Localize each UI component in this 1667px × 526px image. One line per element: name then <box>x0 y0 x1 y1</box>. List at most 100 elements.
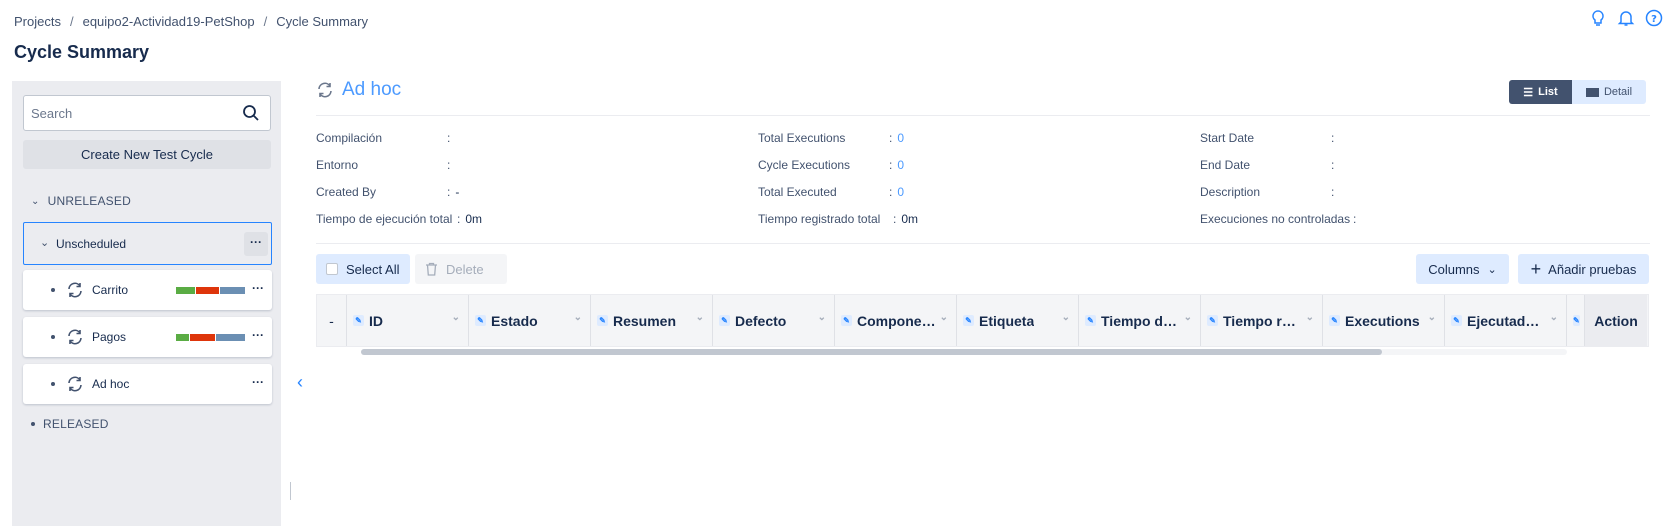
cycle-item-carrito[interactable]: Carrito ··· <box>23 270 272 310</box>
meta-separator: : <box>447 158 451 172</box>
meta-label: Tiempo registrado total <box>758 212 881 226</box>
columns-button[interactable]: Columns ⌄ <box>1416 254 1509 284</box>
more-options-button[interactable]: ··· <box>252 328 264 342</box>
progress-segment <box>216 334 245 341</box>
pin-icon[interactable]: ✎ <box>841 315 852 326</box>
divider <box>316 243 1650 244</box>
meta-value-text: 0 <box>897 131 905 145</box>
breadcrumb-current: Cycle Summary <box>276 14 368 29</box>
breadcrumb-projects[interactable]: Projects <box>14 14 61 29</box>
grid-column-header[interactable]: ✎ Tiempo registrado⌄ <box>1201 295 1323 346</box>
pin-icon[interactable]: ✎ <box>1207 315 1218 326</box>
unreleased-group[interactable]: ⌄ UNRELEASED <box>31 194 131 208</box>
chevron-down-icon[interactable]: ⌄ <box>940 312 948 323</box>
search-box[interactable] <box>23 95 271 131</box>
pin-icon[interactable]: ✎ <box>719 315 730 326</box>
select-all-button[interactable]: Select All <box>316 254 410 284</box>
bell-icon[interactable] <box>1617 9 1635 27</box>
pin-icon[interactable]: ✎ <box>475 315 486 326</box>
meta-separator: : <box>893 212 897 226</box>
search-input[interactable] <box>31 96 231 130</box>
collapse-sidebar-icon[interactable]: ‹ <box>297 372 303 393</box>
chevron-down-icon[interactable]: ⌄ <box>452 312 460 323</box>
divider <box>316 115 1650 116</box>
chevron-down-icon[interactable]: ⌄ <box>1428 312 1436 323</box>
pin-icon[interactable]: ✎ <box>353 315 364 326</box>
meta-label: End Date <box>1200 158 1251 172</box>
page-title: Cycle Summary <box>14 42 150 62</box>
cycle-item-ad-hoc[interactable]: Ad hoc ··· <box>23 364 272 404</box>
pin-icon[interactable]: ✎ <box>963 315 974 326</box>
breadcrumb-project[interactable]: equipo2-Actividad19-PetShop <box>83 14 255 29</box>
cycle-title: Ad hoc <box>316 79 401 101</box>
grid-column-header[interactable]: ✎ Tiempo de ejecución⌄ <box>1079 295 1201 346</box>
meta-value: : <box>447 131 455 145</box>
bullet-icon <box>31 422 35 426</box>
unreleased-label: UNRELEASED <box>47 194 131 208</box>
grid-column-header[interactable]: ✎ ID ⌄ <box>347 295 469 346</box>
select-all-checkbox[interactable] <box>326 263 338 275</box>
meta-value: :0 <box>889 158 904 172</box>
grid-column-header[interactable]: ✎ Defecto ⌄ <box>713 295 835 346</box>
lightbulb-icon[interactable] <box>1589 9 1607 27</box>
grid-column-header[interactable]: ✎ Resumen ⌄ <box>591 295 713 346</box>
meta-value-text: 0 <box>897 185 905 199</box>
more-options-button[interactable]: ··· <box>244 232 268 256</box>
pin-icon[interactable]: ✎ <box>597 315 608 326</box>
grid-column-header[interactable]: ✎ Executions ⌄ <box>1323 295 1445 346</box>
list-icon: ☰ <box>1523 86 1534 99</box>
add-tests-button[interactable]: + Añadir pruebas <box>1518 254 1649 284</box>
chevron-down-icon: ⌄ <box>31 195 40 207</box>
breadcrumb: Projects / equipo2-Actividad19-PetShop /… <box>14 14 368 29</box>
grid-column-header[interactable]: ✎ Etiqueta ⌄ <box>957 295 1079 346</box>
resize-handle[interactable] <box>290 482 291 500</box>
chevron-down-icon[interactable]: ⌄ <box>818 312 826 323</box>
meta-label: Created By <box>316 185 377 199</box>
released-label: RELEASED <box>43 417 109 431</box>
progress-segment <box>196 287 219 294</box>
pin-icon[interactable]: ✎ <box>1573 315 1580 326</box>
add-tests-label: Añadir pruebas <box>1548 261 1637 277</box>
pin-icon[interactable]: ✎ <box>1451 315 1462 326</box>
create-test-cycle-button[interactable]: Create New Test Cycle <box>23 140 271 169</box>
grid-column-header[interactable]: ✎ Componentes⌄ <box>835 295 957 346</box>
chevron-down-icon[interactable]: ⌄ <box>1306 312 1314 323</box>
meta-value: : <box>1353 212 1361 226</box>
detail-view-label: Detail <box>1603 86 1633 98</box>
pin-icon[interactable]: ✎ <box>1085 315 1096 326</box>
chevron-down-icon[interactable]: ⌄ <box>40 236 49 249</box>
cycle-progress-bar <box>176 334 246 341</box>
select-all-label: Select All <box>346 261 400 277</box>
chevron-down-icon[interactable]: ⌄ <box>696 312 704 323</box>
grid-column-header[interactable]: ✎ Ejecutado por⌄ <box>1445 295 1567 346</box>
chevron-down-icon[interactable]: ⌄ <box>1062 312 1070 323</box>
list-view-button[interactable]: ☰ List <box>1509 80 1572 104</box>
grid-column-label: Ejecutado por <box>1467 312 1547 329</box>
horizontal-scrollbar-thumb[interactable] <box>361 349 1382 355</box>
grid-column-header[interactable]: ✎ Estado ⌄ <box>469 295 591 346</box>
plus-icon: + <box>1530 259 1542 279</box>
unscheduled-folder[interactable]: ⌄ Unscheduled ··· <box>23 222 272 265</box>
chevron-down-icon[interactable]: ⌄ <box>1550 312 1558 323</box>
meta-separator: : <box>889 185 893 199</box>
more-options-button[interactable]: ··· <box>252 375 264 389</box>
delete-button[interactable]: Delete <box>415 254 507 284</box>
grid-select-column[interactable]: - <box>317 295 347 346</box>
chevron-down-icon[interactable]: ⌄ <box>1184 312 1192 323</box>
meta-value-text: - <box>455 185 460 199</box>
cycle-name: Carrito <box>92 283 129 297</box>
more-options-button[interactable]: ··· <box>252 281 264 295</box>
grid-column-header[interactable]: ✎ <box>1567 295 1585 346</box>
pin-icon[interactable]: ✎ <box>1329 315 1340 326</box>
detail-view-button[interactable]: Detail <box>1572 80 1646 104</box>
delete-label: Delete <box>446 261 484 277</box>
released-group[interactable]: RELEASED <box>31 417 109 431</box>
cycle-item-pagos[interactable]: Pagos ··· <box>23 317 272 357</box>
chevron-down-icon[interactable]: ⌄ <box>574 312 582 323</box>
meta-value: :- <box>447 185 459 199</box>
top-icons: ? <box>1589 9 1667 27</box>
help-icon[interactable]: ? <box>1645 9 1663 27</box>
search-icon[interactable] <box>242 104 260 122</box>
grid-column-label: Estado <box>491 312 538 329</box>
grid-header: - ✎ ID ⌄ ✎ Estado ⌄ ✎ Resumen ⌄ ✎ Defecto ⌄ ✎ Compone… <box>316 294 1649 347</box>
